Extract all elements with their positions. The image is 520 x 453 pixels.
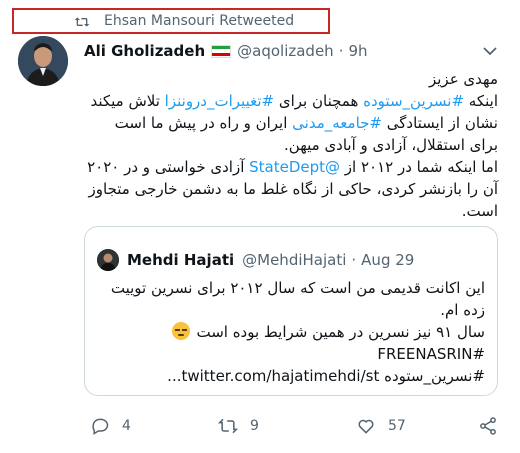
retweet-label: Ehsan Mansouri Retweeted [104,13,295,29]
tweet-actions: 4 9 57 [84,416,498,440]
tweet-text-part: اما اینکه شما در ۲۰۱۲ از [340,158,498,176]
tweet-header: Ali Gholizadeh @aqolizadeh · 9h [84,42,368,60]
retweet-icon [218,418,238,434]
separator-dot: · [351,251,357,269]
tweet-text: مهدی عزیز اینکه #نسرین_ستوده همچنان برای… [86,68,498,222]
retweet-indicator[interactable]: Ehsan Mansouri Retweeted [12,8,330,34]
hashtag-link[interactable]: #نسرین_ستوده [363,92,464,110]
tweet-text-part: اینکه [464,92,498,110]
quoted-handle: @MehdiHajati [242,251,347,269]
quoted-avatar-photo [97,249,119,271]
pensive-face-icon [171,322,190,340]
author-handle[interactable]: @aqolizadeh [237,42,334,60]
tweet-line: آن را بازنشر کردی، حاکی از نگاه غلط ما ب… [88,180,498,198]
retweet-icon [74,17,90,27]
quoted-avatar [97,249,119,271]
quoted-date: Aug 29 [361,251,415,269]
quoted-text: این اکانت قدیمی من است که سال ۲۰۱۲ برای … [99,277,485,387]
tweet-time[interactable]: 9h [348,42,367,60]
tweet-line: است. [461,202,498,220]
tweet-text-part: ایران و راه در پیش ما است [114,114,293,132]
tweet-line: نشان از ایستادگی #جامعه_مدنی ایران و راه… [86,112,498,134]
iran-flag-icon [211,44,232,58]
reply-icon [92,418,109,435]
quoted-line: سال ۹۱ نیز نسرین در همین شرایط بوده است [99,321,485,343]
tweet-text-part: آزادی خواستی و در ۲۰۲۰ [87,158,250,176]
tweet-text-part: همچنان برای [274,92,364,110]
quoted-line: #FREENASRIN [377,345,485,363]
quoted-tweet[interactable]: Mehdi Hajati @MehdiHajati · Aug 29 این ا… [84,226,498,396]
retweet-count: 9 [250,418,259,434]
tweet-text-part: تلاش میکند [90,92,165,110]
retweet-button[interactable]: 9 [218,416,259,436]
reply-button[interactable]: 4 [90,416,131,436]
tweet-text-part: نشان از ایستادگی [381,114,498,132]
quoted-header: Mehdi Hajati @MehdiHajati · Aug 29 [127,251,414,269]
heart-icon [358,419,374,434]
avatar-photo [18,36,68,86]
tweet-line: اینکه #نسرین_ستوده همچنان برای #تغییرات_… [86,90,498,112]
hashtag-link[interactable]: #تغییرات_دروننزا [165,92,274,110]
quoted-line: #نسرین_ستوده twitter.com/hajatimehdi/st.… [167,367,485,385]
share-icon [480,417,496,435]
separator-dot: · [338,42,344,60]
chevron-down-icon[interactable] [482,43,498,59]
reply-count: 4 [122,418,131,434]
quoted-text-part: سال ۹۱ نیز نسرین در همین شرایط بوده است [196,323,485,341]
tweet-line: اما اینکه شما در ۲۰۱۲ از @StateDept آزاد… [86,156,498,178]
quoted-line: این اکانت قدیمی من است که سال ۲۰۱۲ برای … [110,279,485,297]
tweet-line: مهدی عزیز [428,70,498,88]
tweet-line: برای استقلال، آزادی و آبادی میهن. [284,136,498,154]
like-button[interactable]: 57 [356,416,406,436]
quoted-author-name: Mehdi Hajati [127,251,235,269]
like-count: 57 [388,418,406,434]
avatar[interactable] [18,36,68,86]
author-name[interactable]: Ali Gholizadeh [84,42,205,60]
quoted-line: زده ام. [440,301,485,319]
share-button[interactable] [478,416,498,436]
mention-link[interactable]: @StateDept [249,158,340,176]
hashtag-link[interactable]: #جامعه_مدنی [292,114,382,132]
